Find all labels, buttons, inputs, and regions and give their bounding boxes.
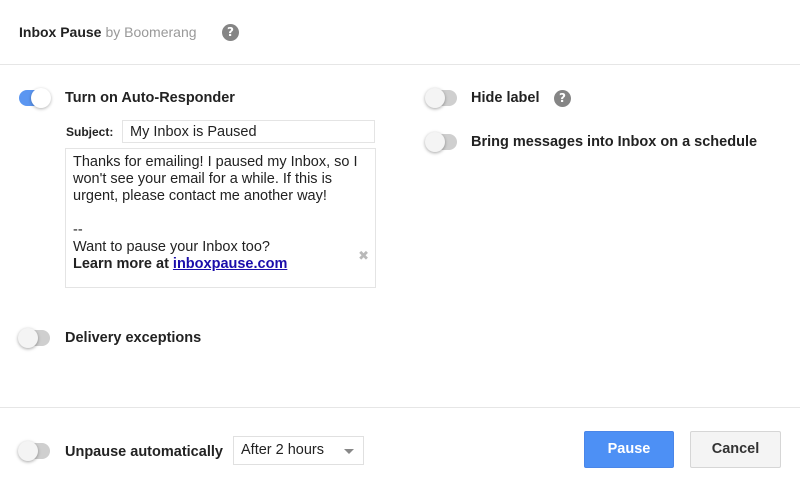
unpause-label: Unpause automatically [65,444,223,460]
toggle-knob [425,88,445,108]
select-value: After 2 hours [241,442,325,458]
toggle-knob [31,88,51,108]
help-icon[interactable]: ? [222,24,239,41]
body-line: Thanks for emailing! I paused my Inbox, … [73,154,358,170]
dialog-title: Inbox Pause by Boomerang [19,23,197,41]
auto-responder-label: Turn on Auto-Responder [65,90,235,106]
unpause-toggle[interactable] [18,441,50,461]
learn-more-text: Learn more at [73,256,173,272]
cancel-button[interactable]: Cancel [690,431,781,468]
signature-learn-more: Learn more at inboxpause.com [73,256,368,273]
schedule-toggle[interactable] [425,132,457,152]
inboxpause-link[interactable]: inboxpause.com [173,256,287,272]
toggle-knob [18,441,38,461]
subject-label: Subject: [66,125,114,139]
chevron-down-icon [344,449,354,454]
app-name: Inbox Pause [19,24,102,40]
signature-line: Want to pause your Inbox too? [73,239,270,255]
toggle-knob [425,132,445,152]
body-line: won't see your email for a while. If thi… [73,171,333,187]
dialog-header: Inbox Pause by Boomerang ? [0,0,800,65]
unpause-duration-select[interactable]: After 2 hours [233,436,364,465]
message-body-editor[interactable]: Thanks for emailing! I paused my Inbox, … [65,148,376,288]
remove-signature-icon[interactable]: ✖ [358,248,369,265]
help-icon[interactable]: ? [554,90,571,107]
subject-input[interactable] [122,120,375,143]
auto-responder-toggle[interactable] [19,88,51,108]
toggle-knob [18,328,38,348]
hide-label-label: Hide label [471,90,540,106]
signature-separator: -- [73,222,83,238]
delivery-exceptions-toggle[interactable] [18,328,50,348]
body-line: urgent, please contact me another way! [73,188,327,204]
schedule-label: Bring messages into Inbox on a schedule [471,134,758,150]
hide-label-toggle[interactable] [425,88,457,108]
app-vendor: by Boomerang [105,24,197,40]
delivery-exceptions-label: Delivery exceptions [65,330,202,346]
pause-button[interactable]: Pause [584,431,674,468]
